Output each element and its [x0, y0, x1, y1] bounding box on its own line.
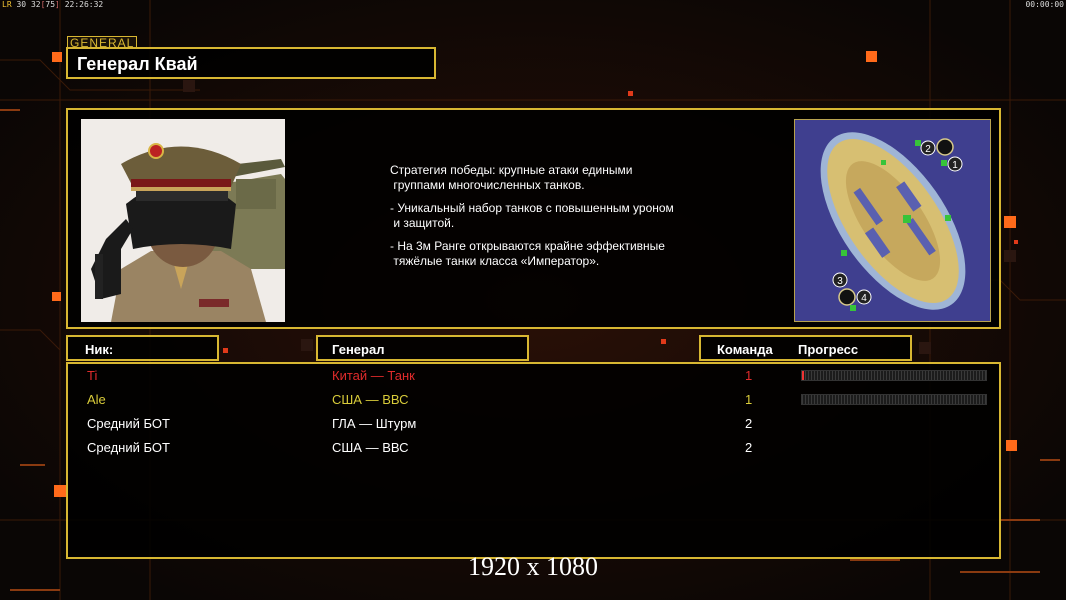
- player-nick: Средний БОТ: [87, 440, 170, 455]
- description-line: Стратегия победы: крупные атаки едиными …: [390, 163, 633, 192]
- player-progress-fill: [802, 371, 804, 380]
- player-row[interactable]: Ti Китай — Танк 1: [68, 366, 999, 388]
- resolution-label: 1920 x 1080: [468, 552, 598, 581]
- description-line: - На 3м Ранге открываются крайне эффекти…: [390, 239, 665, 268]
- player-general: США — ВВС: [332, 392, 409, 407]
- start-position-3: 3: [837, 276, 843, 287]
- header-progress-label: Прогресс: [798, 342, 859, 357]
- players-list: Ti Китай — Танк 1 Ale США — ВВС 1 Средний БОТ Г…: [66, 362, 1001, 559]
- player-nick: Ale: [87, 392, 106, 407]
- general-info-panel: Стратегия победы: крупные атаки едиными …: [66, 108, 1001, 329]
- hud-lr: LR: [2, 0, 12, 9]
- hud-clock: 22:26:32: [64, 0, 104, 9]
- player-general: Китай — Танк: [332, 368, 415, 383]
- start-position-4: 4: [861, 293, 867, 304]
- player-team: 1: [745, 392, 753, 407]
- player-row[interactable]: Ale США — ВВС 1: [68, 390, 999, 412]
- header-team-progress: Команда Прогресс: [699, 335, 912, 361]
- player-nick: Средний БОТ: [87, 416, 170, 431]
- header-general-label: Генерал: [332, 342, 385, 357]
- general-portrait: [81, 119, 285, 322]
- strategy-description: Стратегия победы: крупные атаки едиными …: [390, 163, 720, 277]
- hud-fps: 75: [45, 0, 56, 9]
- description-line: - Уникальный набор танков с повышенным у…: [390, 201, 674, 230]
- player-row[interactable]: Средний БОТ США — ВВС 2: [68, 438, 999, 460]
- header-nick-label: Ник:: [85, 342, 114, 357]
- minimap: 2 1 3 4: [794, 119, 991, 322]
- player-nick: Ti: [87, 368, 98, 383]
- general-name: Генерал Квай: [77, 54, 198, 74]
- hud-stat-b: 32: [30, 0, 41, 9]
- header-nick: Ник:: [66, 335, 219, 361]
- hud-stat-a: 30: [16, 0, 27, 9]
- header-team-label: Команда: [717, 342, 773, 357]
- start-position-1: 1: [952, 160, 958, 171]
- start-position-2: 2: [925, 144, 931, 155]
- player-general: США — ВВС: [332, 440, 409, 455]
- header-general: Генерал: [316, 335, 529, 361]
- player-general: ГЛА — Штурм: [332, 416, 417, 431]
- hud-timer: 00:00:00: [1025, 0, 1064, 9]
- player-row[interactable]: Средний БОТ ГЛА — Штурм 2: [68, 414, 999, 436]
- player-team: 1: [745, 368, 753, 383]
- hud-stats: LR 30 32[75] 22:26:32: [2, 0, 104, 9]
- player-team: 2: [745, 416, 753, 431]
- player-progress-bar: [801, 370, 987, 381]
- player-progress-bar: [801, 394, 987, 405]
- player-team: 2: [745, 440, 753, 455]
- general-title-box: Генерал Квай: [66, 47, 436, 79]
